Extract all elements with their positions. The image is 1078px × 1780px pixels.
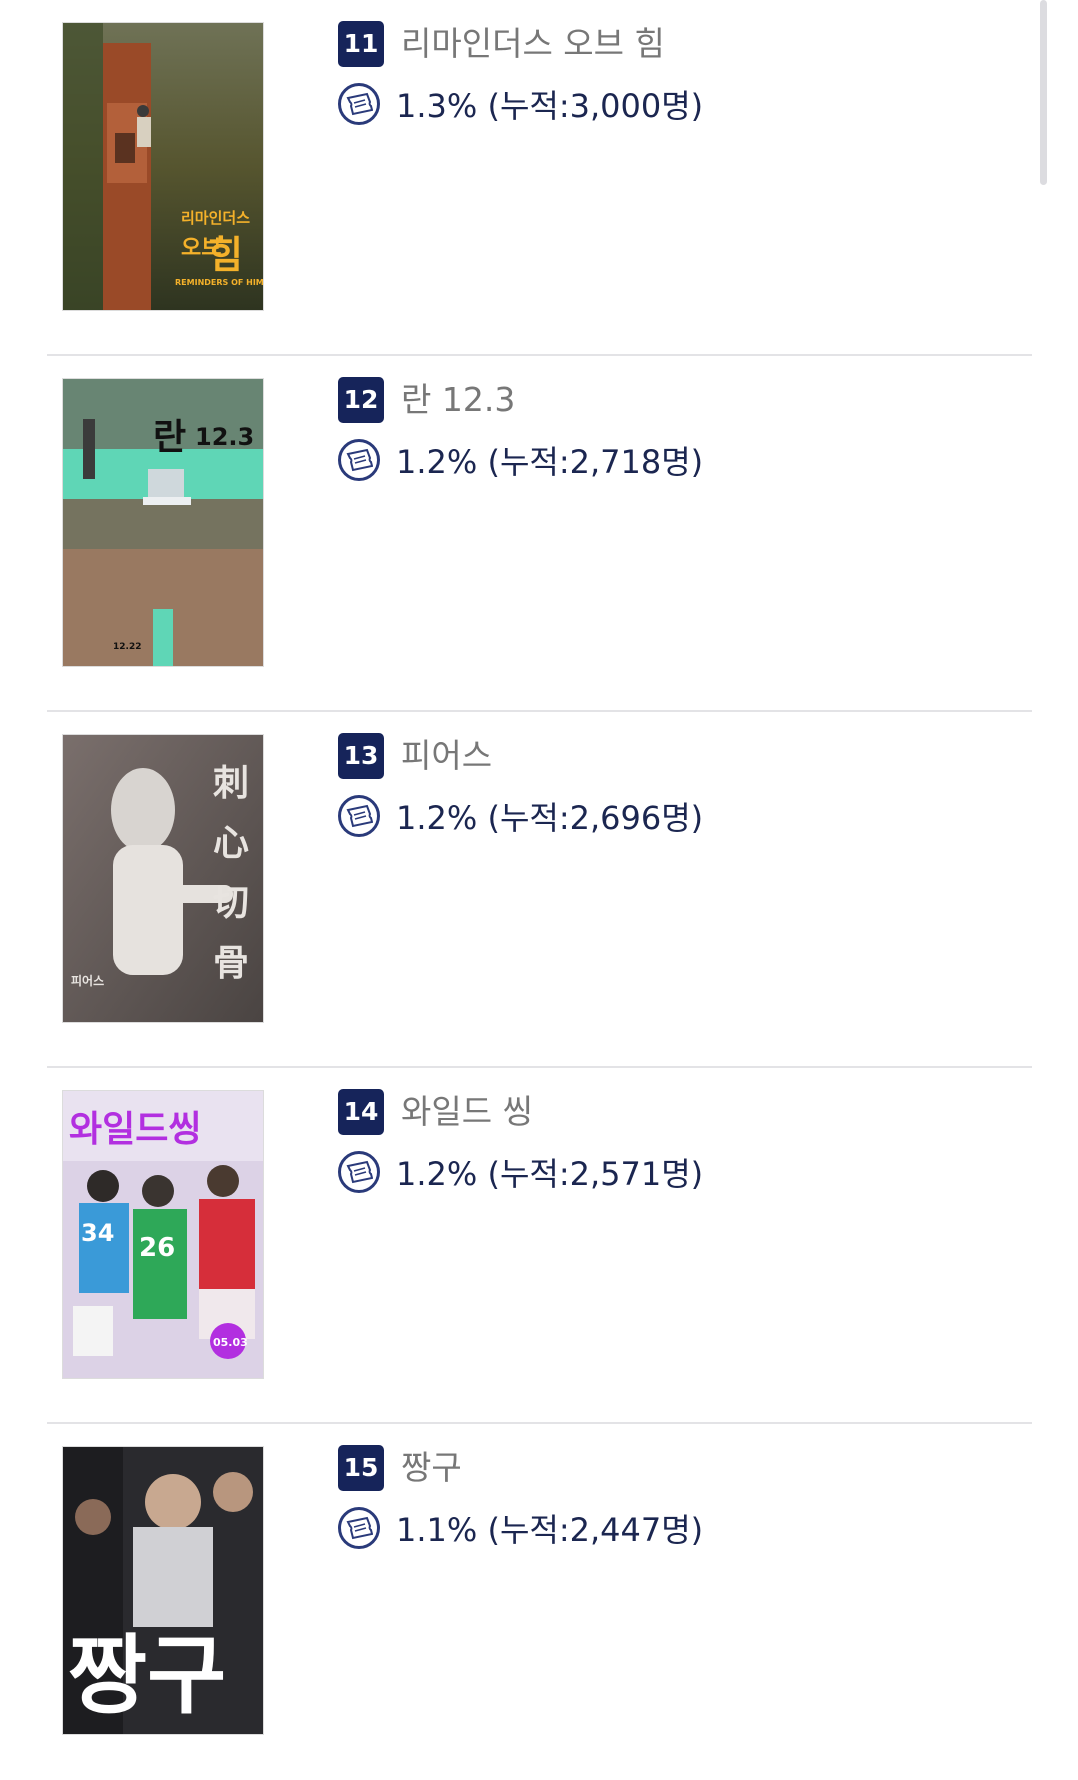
rank-badge: 13 (338, 733, 384, 779)
ticket-icon (338, 439, 380, 481)
movie-title[interactable]: 란 12.3 (401, 380, 515, 420)
poster-title: 힘 (208, 233, 243, 277)
rank-badge: 12 (338, 377, 384, 423)
box-office-list: 리마인더스 오브 힘 REMINDERS OF HIM 11 리마인더스 오브 … (0, 0, 1078, 1780)
list-item[interactable]: 란 12.3 12.22 12 란 12.3 1.2% (누적:2,718명) (0, 356, 1078, 712)
poster-title: 骨 (213, 943, 249, 984)
poster-image: 리마인더스 오브 힘 REMINDERS OF HIM (63, 23, 263, 310)
poster-title: 와일드씽 (69, 1109, 201, 1150)
audience-stat: 1.1% (누적:2,447명) (338, 1506, 703, 1550)
poster-subtitle: 피어스 (71, 973, 104, 988)
movie-title[interactable]: 와일드 씽 (401, 1092, 533, 1132)
audience-share: 1.2% (누적:2,571명) (396, 1155, 704, 1193)
ticket-icon (338, 1151, 380, 1193)
poster-date: 05.03 (213, 1336, 248, 1349)
poster-title: 12.3 (195, 423, 254, 451)
audience-share: 1.3% (누적:3,000명) (396, 87, 704, 125)
poster-title: 리마인더스 (181, 209, 250, 227)
poster-image: 짱구 (63, 1447, 263, 1734)
movie-poster[interactable]: 짱구 (63, 1447, 263, 1734)
audience-stat: 1.3% (누적:3,000명) (338, 82, 703, 126)
audience-stat: 1.2% (누적:2,696명) (338, 794, 703, 838)
rank-badge: 14 (338, 1089, 384, 1135)
poster-title: 心 (213, 823, 249, 864)
audience-share: 1.1% (누적:2,447명) (396, 1511, 704, 1549)
poster-title: 란 (153, 417, 186, 458)
movie-title[interactable]: 피어스 (401, 736, 492, 776)
movie-title[interactable]: 짱구 (401, 1448, 462, 1488)
poster-number: 34 (81, 1219, 114, 1247)
poster-title: 짱구 (68, 1626, 226, 1726)
audience-share: 1.2% (누적:2,718명) (396, 443, 704, 481)
poster-image: 와일드씽 34 26 05.03 (63, 1091, 263, 1378)
poster-date: 12.22 (113, 642, 141, 652)
movie-poster[interactable]: 리마인더스 오브 힘 REMINDERS OF HIM (63, 23, 263, 310)
poster-number: 26 (139, 1233, 175, 1263)
poster-image: 刺 心 切 骨 피어스 (63, 735, 263, 1022)
list-item[interactable]: 와일드씽 34 26 05.03 14 와일드 씽 1.2% (누적:2,571… (0, 1068, 1078, 1424)
poster-image: 란 12.3 12.22 (63, 379, 263, 666)
list-item[interactable]: 짱구 15 짱구 1.1% (누적:2,447명) (0, 1424, 1078, 1780)
poster-title: 刺 (213, 763, 249, 804)
ticket-icon (338, 795, 380, 837)
ticket-icon (338, 1507, 380, 1549)
movie-poster[interactable]: 刺 心 切 骨 피어스 (63, 735, 263, 1022)
movie-poster[interactable]: 란 12.3 12.22 (63, 379, 263, 666)
rank-badge: 15 (338, 1445, 384, 1491)
movie-title[interactable]: 리마인더스 오브 힘 (401, 24, 665, 64)
audience-stat: 1.2% (누적:2,718명) (338, 438, 703, 482)
list-item[interactable]: 刺 心 切 骨 피어스 13 피어스 1.2% (누적:2,696명) (0, 712, 1078, 1068)
movie-poster[interactable]: 와일드씽 34 26 05.03 (63, 1091, 263, 1378)
list-item[interactable]: 리마인더스 오브 힘 REMINDERS OF HIM 11 리마인더스 오브 … (0, 0, 1078, 356)
poster-title: 切 (213, 883, 249, 924)
ticket-icon (338, 83, 380, 125)
poster-subtitle: REMINDERS OF HIM (175, 278, 263, 287)
audience-stat: 1.2% (누적:2,571명) (338, 1150, 703, 1194)
audience-share: 1.2% (누적:2,696명) (396, 799, 704, 837)
rank-badge: 11 (338, 21, 384, 67)
